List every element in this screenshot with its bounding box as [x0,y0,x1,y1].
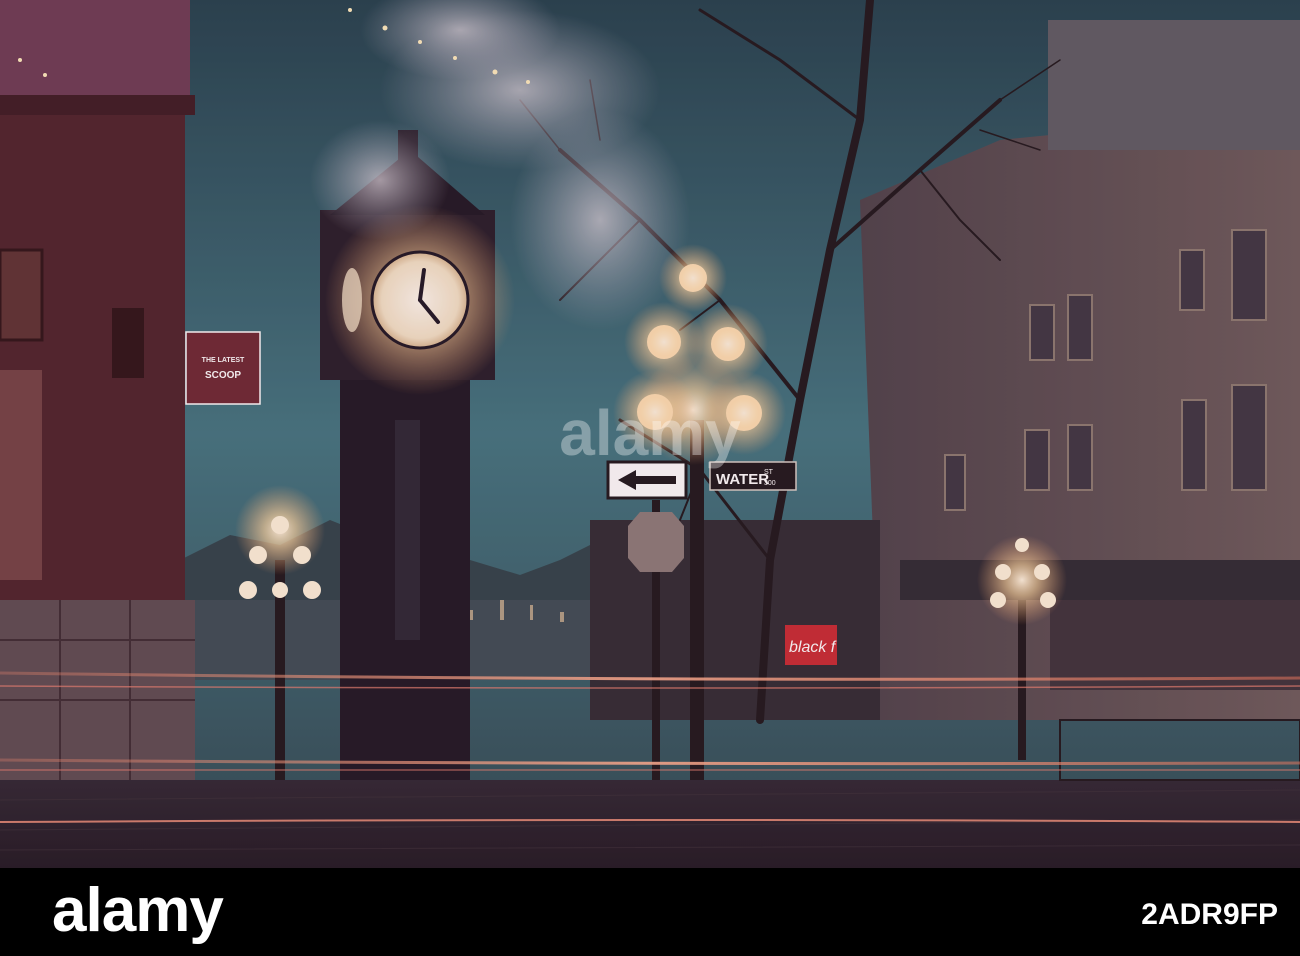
image-id-label: 2ADR9FP [1141,898,1278,931]
stock-logo[interactable]: alamy [52,880,224,942]
watermark: alamy [559,397,741,469]
photo: THE LATEST SCOOP black f WATER ST 300 al… [0,0,1300,868]
